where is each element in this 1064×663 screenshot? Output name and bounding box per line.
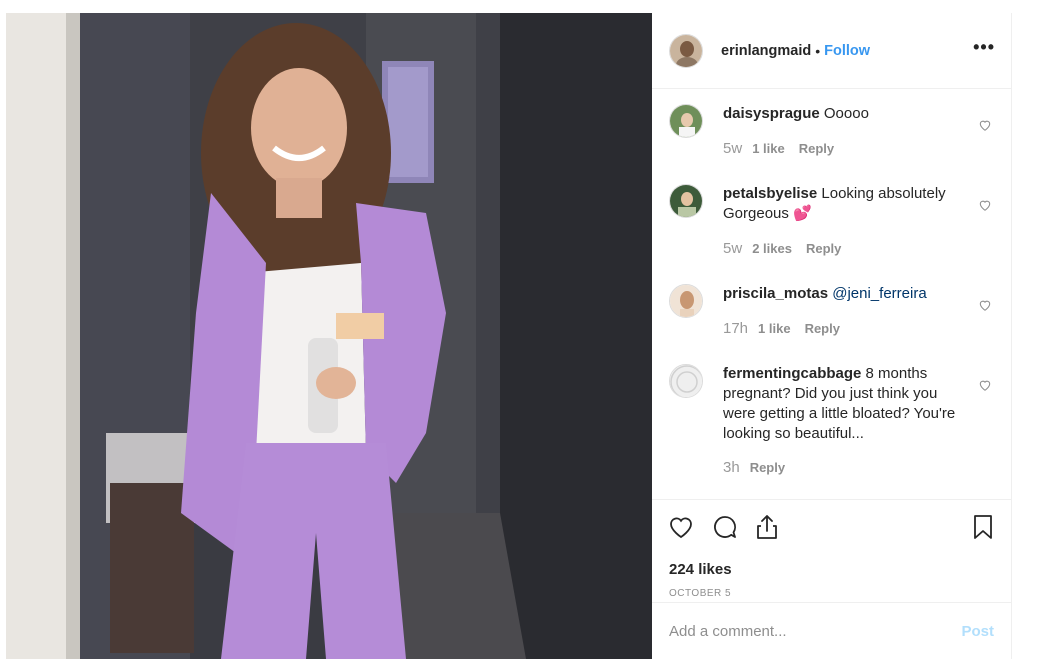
- comment-input[interactable]: [669, 622, 962, 640]
- commenter-avatar[interactable]: [669, 284, 703, 318]
- bookmark-icon[interactable]: [969, 513, 997, 541]
- follow-button[interactable]: Follow: [824, 43, 870, 59]
- comments-list: daisysprague Ooooo 5w 1 like Reply petal…: [652, 90, 1011, 498]
- comment-meta: 17h 1 like Reply: [723, 320, 854, 337]
- comment-mention[interactable]: @jeni_ferreira: [832, 285, 926, 302]
- comment-username[interactable]: fermentingcabbage: [723, 365, 861, 382]
- comment-username[interactable]: daisysprague: [723, 105, 820, 122]
- commenter-avatar[interactable]: [669, 184, 703, 218]
- reply-button[interactable]: Reply: [750, 460, 785, 475]
- comment-text: priscila_motas @jeni_ferreira: [723, 284, 973, 304]
- comment-meta: 5w 2 likes Reply: [723, 240, 855, 257]
- comment-username[interactable]: petalsbyelise: [723, 185, 817, 202]
- post-actions: 224 likes OCTOBER 5: [652, 499, 1011, 602]
- comment-item: fermentingcabbage 8 months pregnant? Did…: [669, 364, 999, 484]
- author-username[interactable]: erinlangmaid: [721, 43, 811, 59]
- comment-body: Ooooo: [823, 105, 869, 122]
- likes-count[interactable]: 224 likes: [669, 561, 732, 578]
- comment-meta: 3h Reply: [723, 459, 799, 476]
- photo-illustration: [6, 13, 652, 659]
- post-side-panel: erinlangmaid • Follow ••• daisysprague O…: [652, 13, 1012, 659]
- comment-age[interactable]: 5w: [723, 140, 742, 157]
- comment-likes[interactable]: 1 like: [752, 141, 785, 156]
- reply-button[interactable]: Reply: [805, 321, 840, 336]
- comment-heart-icon[interactable]: [978, 198, 992, 212]
- heart-icon[interactable]: [667, 513, 695, 541]
- post-header: erinlangmaid • Follow •••: [652, 13, 1011, 89]
- comment-item: petalsbyelise Looking absolutely Gorgeou…: [669, 184, 999, 274]
- comment-heart-icon[interactable]: [978, 298, 992, 312]
- comment-text: daisysprague Ooooo: [723, 104, 973, 124]
- post-photo[interactable]: [6, 13, 652, 659]
- header-separator: •: [815, 42, 821, 59]
- add-comment-bar: Post: [652, 602, 1011, 659]
- post-comment-button[interactable]: Post: [961, 623, 994, 640]
- comment-meta: 5w 1 like Reply: [723, 140, 848, 157]
- share-icon[interactable]: [753, 513, 781, 541]
- comment-icon[interactable]: [711, 513, 739, 541]
- comment-item: priscila_motas @jeni_ferreira 17h 1 like…: [669, 284, 999, 354]
- comment-age[interactable]: 3h: [723, 459, 740, 476]
- commenter-avatar[interactable]: [669, 104, 703, 138]
- comment-age[interactable]: 17h: [723, 320, 748, 337]
- reply-button[interactable]: Reply: [806, 241, 841, 256]
- comment-text: fermentingcabbage 8 months pregnant? Did…: [723, 364, 973, 444]
- author-avatar[interactable]: [669, 33, 703, 68]
- comment-item: daisysprague Ooooo 5w 1 like Reply: [669, 104, 999, 174]
- more-icon[interactable]: •••: [973, 37, 995, 58]
- comment-heart-icon[interactable]: [978, 118, 992, 132]
- reply-button[interactable]: Reply: [799, 141, 834, 156]
- post-date[interactable]: OCTOBER 5: [669, 588, 731, 599]
- comment-username[interactable]: priscila_motas: [723, 285, 828, 302]
- comment-age[interactable]: 5w: [723, 240, 742, 257]
- comment-likes[interactable]: 1 like: [758, 321, 791, 336]
- comment-likes[interactable]: 2 likes: [752, 241, 792, 256]
- commenter-avatar[interactable]: [669, 364, 703, 398]
- comment-heart-icon[interactable]: [978, 378, 992, 392]
- comment-text: petalsbyelise Looking absolutely Gorgeou…: [723, 184, 973, 224]
